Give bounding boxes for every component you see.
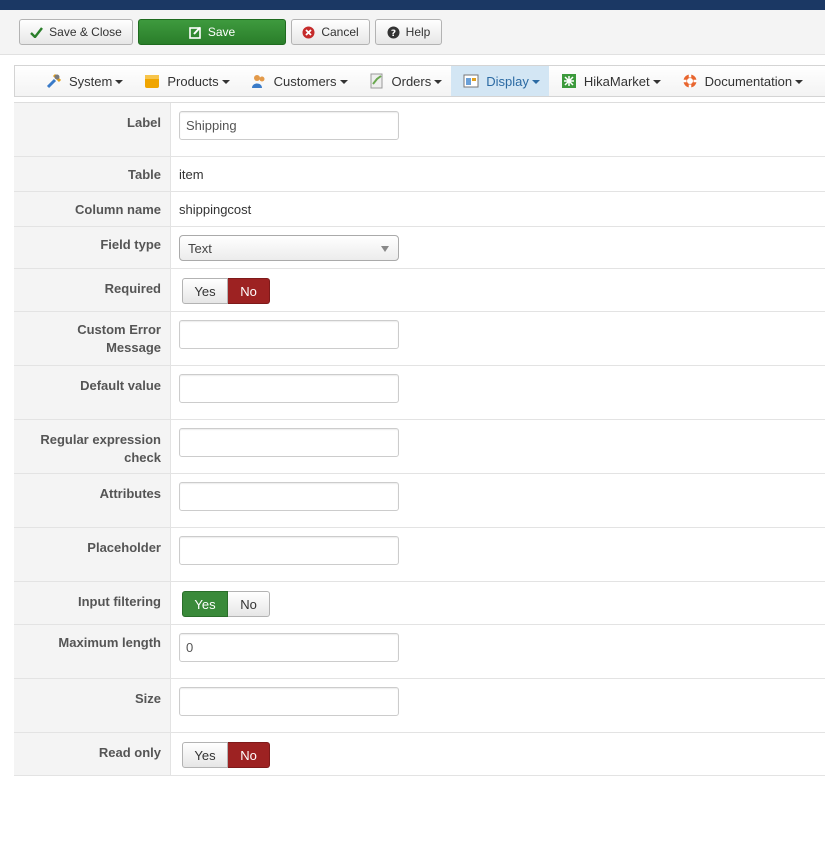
save-close-label: Save & Close	[49, 25, 122, 39]
menu-item-system[interactable]: System	[34, 66, 132, 96]
edit-icon	[189, 26, 202, 39]
field-label: Attributes	[14, 474, 171, 527]
table-value: item	[179, 166, 204, 182]
attributes-input[interactable]	[179, 482, 399, 511]
row-regex: Regular expression check	[14, 420, 825, 474]
row-default-value: Default value	[14, 366, 825, 420]
size-input[interactable]	[179, 687, 399, 716]
field-type-select[interactable]: Text	[179, 235, 399, 261]
menu-label: Products	[167, 73, 219, 89]
help-label: Help	[405, 25, 431, 39]
column-name-value: shippingcost	[179, 201, 252, 217]
field-type-value: Text	[188, 240, 212, 256]
field-label: Default value	[14, 366, 171, 419]
svg-text:?: ?	[391, 29, 396, 39]
display-icon	[463, 73, 479, 89]
menu-label: HikaMarket	[583, 73, 650, 89]
tools-icon	[46, 73, 62, 89]
top-header-bar	[0, 0, 825, 10]
placeholder-input[interactable]	[179, 536, 399, 565]
field-label: Column name	[14, 192, 171, 226]
cancel-label: Cancel	[321, 25, 359, 39]
input-filtering-no-button[interactable]: No	[228, 591, 270, 617]
dropdown-arrow-icon	[381, 246, 389, 252]
cancel-circle-icon	[302, 26, 315, 39]
field-label: Read only	[14, 733, 171, 775]
read-only-toggle: Yes No	[182, 742, 825, 768]
checkmark-icon	[30, 26, 44, 38]
hikamarket-icon	[561, 73, 577, 89]
field-edit-form: Label Table item Column name shippingcos…	[14, 102, 825, 776]
field-label: Placeholder	[14, 528, 171, 581]
row-size: Size	[14, 679, 825, 733]
row-read-only: Read only Yes No	[14, 733, 825, 776]
row-input-filtering: Input filtering Yes No	[14, 582, 825, 625]
row-placeholder: Placeholder	[14, 528, 825, 582]
input-filtering-yes-button[interactable]: Yes	[182, 591, 228, 617]
customers-icon	[251, 73, 267, 89]
row-table: Table item	[14, 157, 825, 192]
required-no-button[interactable]: No	[228, 278, 270, 304]
field-label: Table	[14, 157, 171, 191]
field-label: Required	[14, 269, 171, 311]
products-icon	[144, 73, 160, 89]
row-column-name: Column name shippingcost	[14, 192, 825, 227]
custom-error-input[interactable]	[179, 320, 399, 349]
menu-item-products[interactable]: Products	[132, 66, 238, 96]
menu-label: Documentation	[704, 73, 793, 89]
regex-input[interactable]	[179, 428, 399, 457]
read-only-yes-button[interactable]: Yes	[182, 742, 228, 768]
label-input[interactable]	[179, 111, 399, 140]
menu-item-display[interactable]: Display	[451, 66, 549, 96]
help-button[interactable]: ? Help	[375, 19, 442, 45]
save-button[interactable]: Save	[138, 19, 286, 45]
menu-item-hikamarket[interactable]: HikaMarket	[549, 66, 670, 96]
save-close-button[interactable]: Save & Close	[19, 19, 133, 45]
field-label: Size	[14, 679, 171, 732]
row-required: Required Yes No	[14, 269, 825, 312]
lifebuoy-icon	[682, 73, 698, 89]
default-value-input[interactable]	[179, 374, 399, 403]
max-length-input[interactable]	[179, 633, 399, 662]
cancel-button[interactable]: Cancel	[291, 19, 370, 45]
menu-item-customers[interactable]: Customers	[239, 66, 357, 96]
menu-label: Customers	[273, 73, 337, 89]
save-label: Save	[207, 25, 236, 39]
toolbar: Save & Close Save Cancel ? Help	[0, 10, 825, 55]
help-icon: ?	[387, 26, 400, 39]
field-label: Label	[14, 103, 171, 156]
read-only-no-button[interactable]: No	[228, 742, 270, 768]
row-attributes: Attributes	[14, 474, 825, 528]
required-toggle: Yes No	[182, 278, 825, 304]
menu-label: Display	[486, 73, 529, 89]
field-label: Custom Error Message	[14, 312, 171, 365]
menu-label: System	[69, 73, 113, 89]
field-label: Regular expression check	[14, 420, 171, 473]
field-label: Input filtering	[14, 582, 171, 624]
required-yes-button[interactable]: Yes	[182, 278, 228, 304]
row-label: Label	[14, 103, 825, 157]
field-label: Maximum length	[14, 625, 171, 678]
orders-icon	[369, 73, 385, 89]
menu-item-orders[interactable]: Orders	[357, 66, 452, 96]
row-max-length: Maximum length	[14, 625, 825, 679]
row-custom-error: Custom Error Message	[14, 312, 825, 366]
row-field-type: Field type Text	[14, 227, 825, 269]
menu-item-documentation[interactable]: Documentation	[670, 66, 812, 96]
menu-label: Orders	[391, 73, 432, 89]
main-menu: System Products Customers Orders Display…	[14, 65, 825, 97]
input-filtering-toggle: Yes No	[182, 591, 825, 617]
field-label: Field type	[14, 227, 171, 268]
